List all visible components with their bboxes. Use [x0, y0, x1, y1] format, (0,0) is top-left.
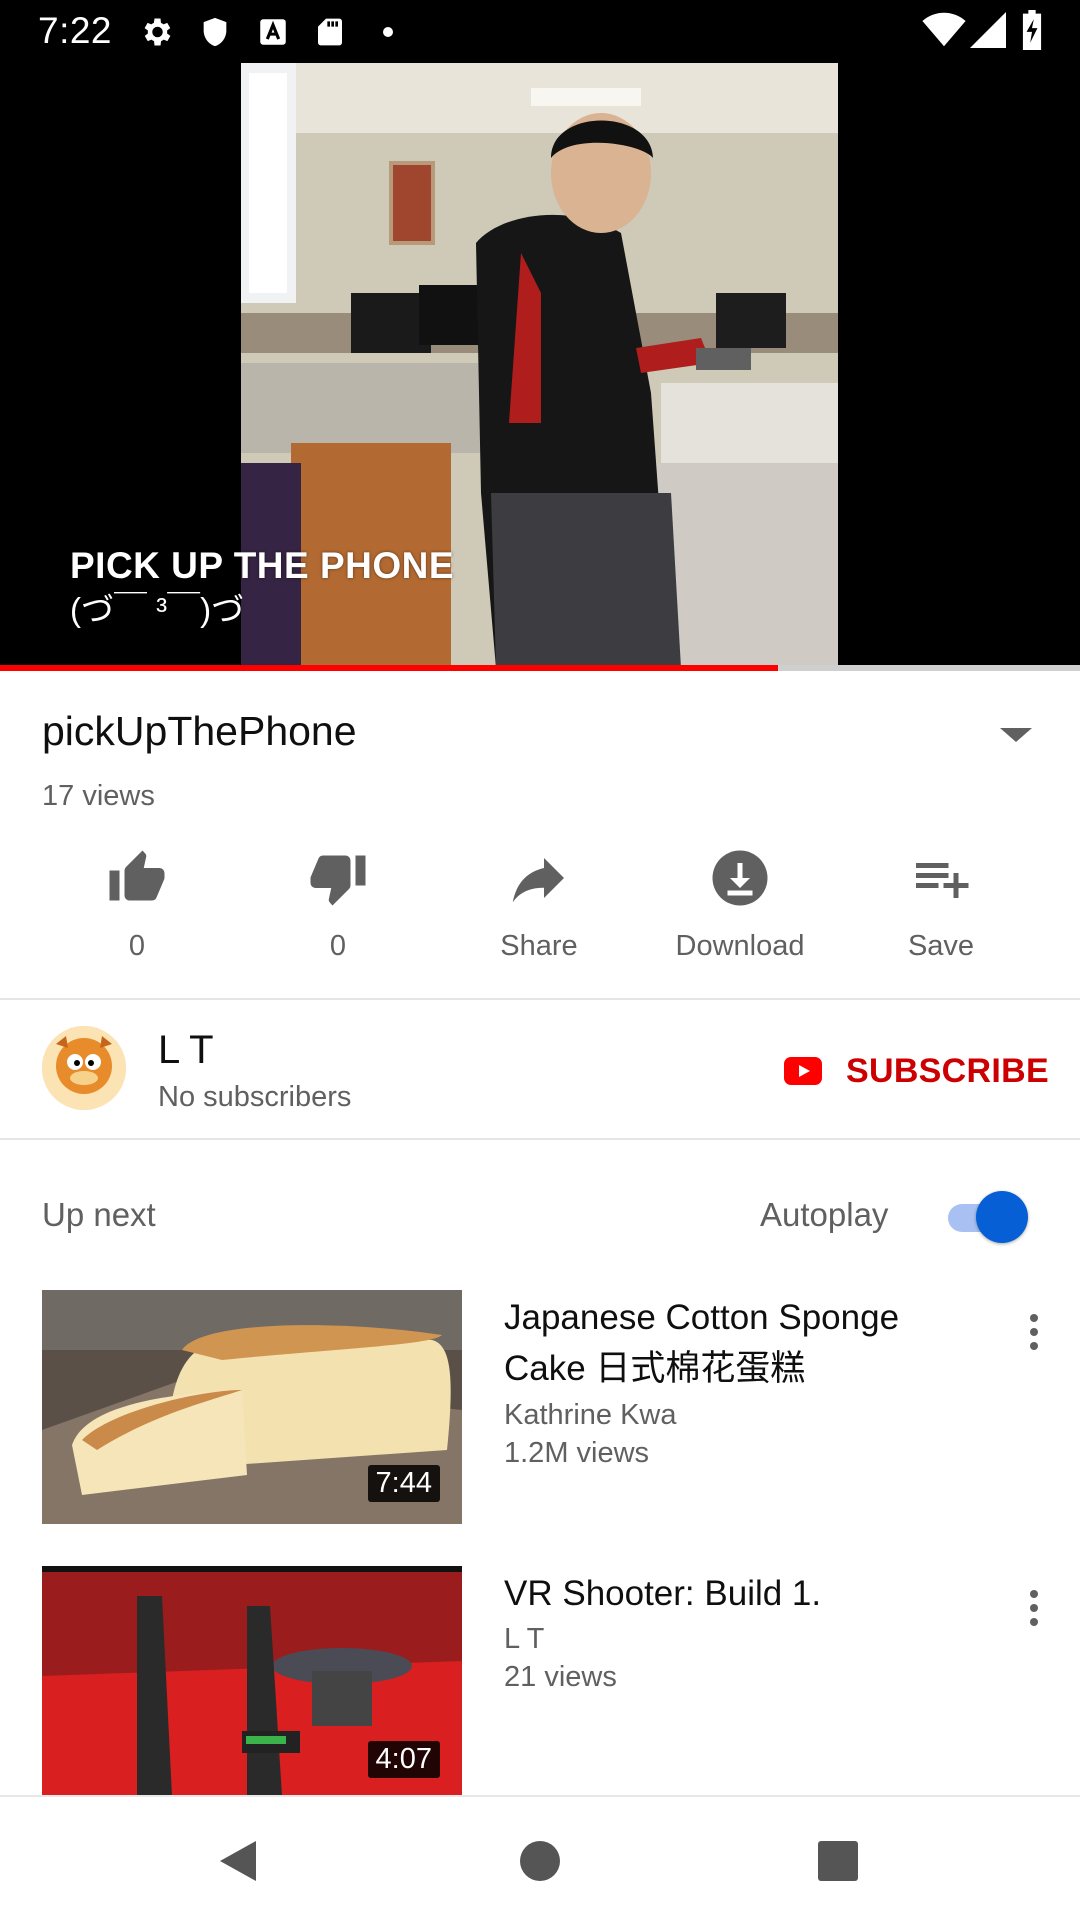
shield-icon: [203, 17, 227, 47]
video-thumbnail[interactable]: 7:44: [42, 1290, 462, 1524]
subscribe-button[interactable]: SUBSCRIBE: [784, 1049, 1049, 1093]
dislike-count: 0: [329, 930, 347, 962]
system-nav-bar: [0, 1795, 1080, 1920]
video-title[interactable]: pickUpThePhone: [42, 708, 357, 755]
save-button[interactable]: Save: [861, 848, 1021, 968]
video-progress-bar[interactable]: [0, 665, 1080, 671]
share-icon: [512, 858, 564, 903]
video-player[interactable]: PICK UP THE PHONE (づ￣ ³￣)づ: [0, 63, 1080, 668]
channel-name[interactable]: L T: [158, 1028, 214, 1073]
video-caption-emoticon: (づ￣ ³￣)づ: [70, 591, 245, 628]
subscriber-count: No subscribers: [158, 1081, 352, 1113]
dot-icon: [383, 27, 393, 37]
download-icon: [712, 850, 768, 906]
like-count: 0: [128, 930, 146, 962]
video-title[interactable]: VR Shooter: Build 1.: [504, 1568, 944, 1619]
thumbs-up-icon: [109, 850, 165, 901]
more-vert-icon[interactable]: [1024, 1312, 1044, 1352]
autoplay-toggle[interactable]: [944, 1190, 1030, 1244]
video-views: 21 views: [504, 1661, 617, 1693]
channel-avatar[interactable]: [42, 1026, 126, 1110]
status-time: 7:22: [38, 10, 113, 51]
thumbs-down-icon: [310, 855, 366, 906]
up-next-heading: Up next: [42, 1196, 156, 1233]
video-thumbnail[interactable]: 4:07: [42, 1566, 462, 1800]
list-item[interactable]: 7:44 Japanese Cotton Sponge Cake 日式棉花蛋糕 …: [0, 1290, 1080, 1524]
view-count: 17 views: [42, 780, 155, 812]
autoplay-label: Autoplay: [760, 1196, 889, 1233]
chevron-down-icon[interactable]: [996, 722, 1036, 746]
signal-icon: [970, 12, 1006, 48]
video-channel: L T: [504, 1623, 545, 1655]
save-label: Save: [907, 930, 975, 962]
back-icon[interactable]: [216, 1837, 260, 1885]
playlist-add-icon: [916, 863, 969, 898]
subscribe-label: SUBSCRIBE: [846, 1051, 1049, 1090]
video-caption: PICK UP THE PHONE: [70, 545, 455, 586]
download-label: Download: [675, 930, 805, 962]
sd-card-icon: [318, 18, 342, 46]
more-vert-icon[interactable]: [1024, 1588, 1044, 1628]
youtube-logo-icon: [784, 1057, 822, 1085]
wifi-icon: [922, 12, 966, 47]
divider: [0, 1138, 1080, 1140]
toggle-knob: [976, 1191, 1028, 1243]
home-icon[interactable]: [518, 1839, 562, 1883]
share-button[interactable]: Share: [459, 848, 619, 968]
video-title[interactable]: Japanese Cotton Sponge Cake 日式棉花蛋糕: [504, 1292, 944, 1394]
like-button[interactable]: 0: [57, 848, 217, 968]
download-button[interactable]: Download: [660, 848, 820, 968]
video-views: 1.2M views: [504, 1437, 650, 1469]
share-label: Share: [500, 930, 578, 962]
video-duration: 4:07: [367, 1741, 440, 1778]
recents-icon[interactable]: [816, 1839, 860, 1883]
list-item[interactable]: 4:07 VR Shooter: Build 1. L T 21 views: [0, 1566, 1080, 1800]
video-progress-fill: [0, 665, 778, 671]
battery-charging-icon: [1022, 10, 1042, 50]
video-duration: 7:44: [367, 1465, 440, 1502]
divider: [0, 998, 1080, 1000]
gear-icon: [144, 18, 171, 46]
video-channel: Kathrine Kwa: [504, 1399, 677, 1431]
dislike-button[interactable]: 0: [258, 848, 418, 968]
status-bar: 7:22: [0, 0, 1080, 63]
a-box-icon: [260, 19, 286, 45]
